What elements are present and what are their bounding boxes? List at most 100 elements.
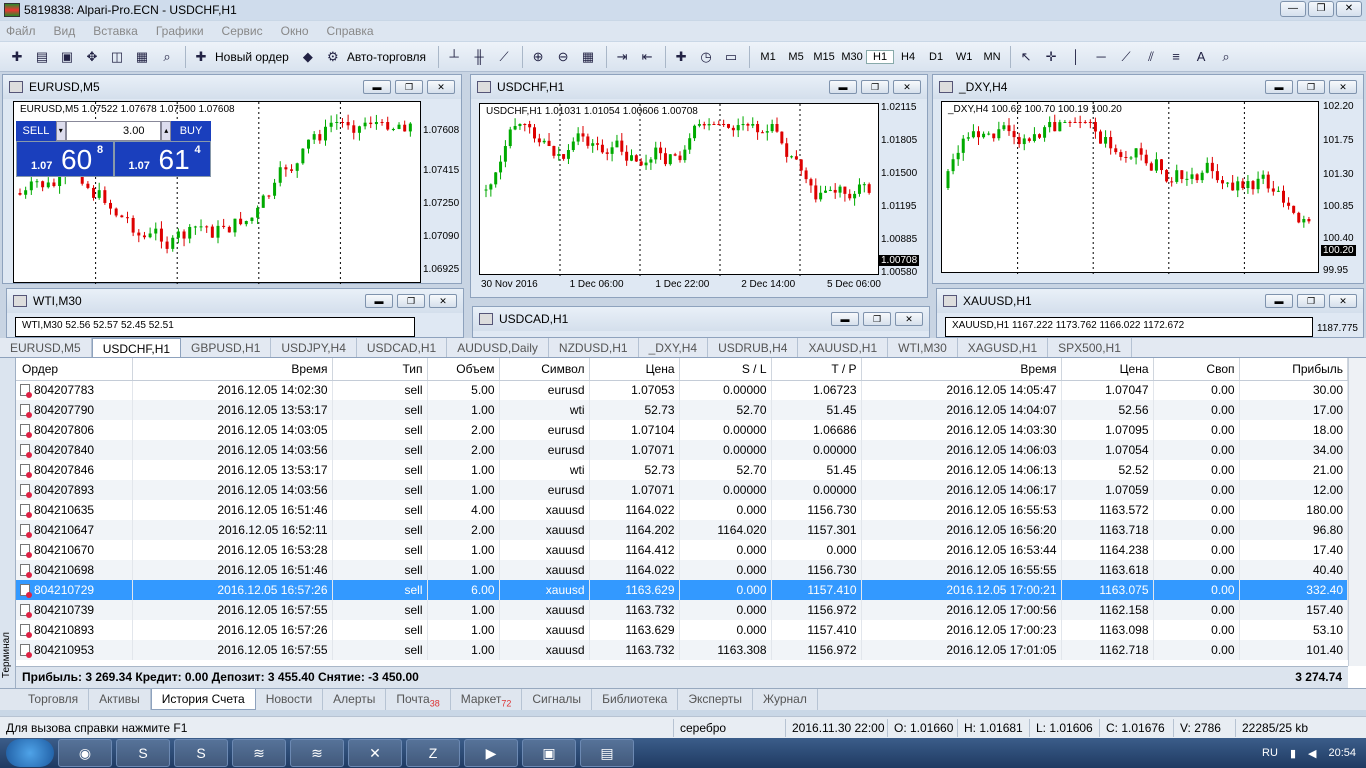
clock[interactable]: 20:54	[1328, 747, 1356, 759]
chart-tab[interactable]: USDJPY,H4	[271, 338, 357, 357]
sell-button[interactable]: SELL	[16, 121, 56, 141]
column-header[interactable]: Время	[861, 358, 1062, 381]
zoom-out-icon[interactable]: ⊖	[552, 46, 574, 68]
close-button[interactable]: ✕	[1336, 1, 1362, 17]
column-header[interactable]: Цена	[1061, 358, 1154, 381]
zoom-in-icon[interactable]: ⊕	[527, 46, 549, 68]
close-icon[interactable]: ✕	[429, 294, 457, 308]
table-row[interactable]: 804207806 2016.12.05 14:03:05 sell 2.00 euru…	[16, 420, 1348, 440]
table-row[interactable]: 804207893 2016.12.05 14:03:56 sell 1.00 euru…	[16, 480, 1348, 500]
tf-m1[interactable]: M1	[754, 51, 782, 63]
restore-icon[interactable]: ❐	[1297, 80, 1325, 94]
chart-window-dxy[interactable]: _DXY,H4 ▬ ❐ ✕ _DXY,H4 100.62 100.70 100.19…	[932, 74, 1364, 284]
terminal-tab[interactable]: Алерты	[323, 689, 387, 710]
window-icon[interactable]: ▣	[522, 739, 576, 767]
chart-window-wti[interactable]: WTI,M30 ▬ ❐ ✕ WTI,M30 52.56 52.57 52.45 52…	[6, 288, 464, 338]
table-row[interactable]: 804210953 2016.12.05 16:57:55 sell 1.00 xauu…	[16, 640, 1348, 660]
candlestick-icon[interactable]: ╫	[468, 46, 490, 68]
chart-plot[interactable]: WTI,M30 52.56 52.57 52.45 52.51	[15, 317, 415, 337]
chart-tab[interactable]: XAUUSD,H1	[798, 338, 889, 357]
pdf-icon[interactable]: ✕	[348, 739, 402, 767]
skype-icon[interactable]: S	[116, 739, 170, 767]
chart-tab[interactable]: GBPUSD,H1	[181, 338, 272, 357]
table-row[interactable]: 804207846 2016.12.05 13:53:17 sell 1.00 wti 5…	[16, 460, 1348, 480]
chart-plot[interactable]: _DXY,H4 100.62 100.70 100.19 100.20	[941, 101, 1319, 274]
app-z-icon[interactable]: Z	[406, 739, 460, 767]
market-watch-icon[interactable]: ▣	[56, 46, 78, 68]
terminal-tab[interactable]: Активы	[89, 689, 151, 710]
chart-tab[interactable]: XAGUSD,H1	[958, 338, 1049, 357]
chart-tab[interactable]: AUDUSD,Daily	[447, 338, 549, 357]
chart-window-usdchf[interactable]: USDCHF,H1 ▬ ❐ ✕ USDCHF,H1 1.01031 1.01054 …	[470, 74, 928, 298]
terminal-icon[interactable]: ▦	[131, 46, 153, 68]
column-header[interactable]: T / P	[771, 358, 862, 381]
column-header[interactable]: Тип	[332, 358, 428, 381]
chart-plot[interactable]: USDCHF,H1 1.01031 1.01054 1.00606 1.0070…	[479, 103, 879, 276]
chart-tab[interactable]: SPX500,H1	[1048, 338, 1132, 357]
volume-up-icon[interactable]: ▴	[161, 121, 172, 141]
tf-m30[interactable]: M30	[838, 51, 866, 63]
metatrader-icon[interactable]: ≋	[290, 739, 344, 767]
column-header[interactable]: Прибыль	[1239, 358, 1348, 381]
presentation-icon[interactable]: ▤	[580, 739, 634, 767]
metaeditor-icon[interactable]: ◆	[297, 46, 319, 68]
menu-insert[interactable]: Вставка	[93, 24, 138, 38]
close-icon[interactable]: ✕	[427, 80, 455, 94]
terminal-tab[interactable]: Маркет72	[451, 689, 523, 710]
buy-price[interactable]: 1.07 61 4	[113, 141, 211, 177]
terminal-tab[interactable]: История Счета	[150, 689, 256, 710]
volume-input[interactable]: 3.00	[65, 121, 162, 141]
autotrading-icon[interactable]: ⚙	[322, 46, 344, 68]
new-order-button[interactable]: Новый ордер	[215, 50, 289, 64]
media-player-icon[interactable]: ▶	[464, 739, 518, 767]
menu-view[interactable]: Вид	[54, 24, 76, 38]
table-row[interactable]: 804210739 2016.12.05 16:57:55 sell 1.00 xauu…	[16, 600, 1348, 620]
minimize-icon[interactable]: ▬	[1265, 80, 1293, 94]
search-icon[interactable]: ⌕	[1215, 46, 1237, 68]
chrome-icon[interactable]: ◉	[58, 739, 112, 767]
minimize-icon[interactable]: ▬	[829, 80, 857, 94]
terminal-tab[interactable]: Журнал	[753, 689, 818, 710]
table-row[interactable]: 804210698 2016.12.05 16:51:46 sell 1.00 xauu…	[16, 560, 1348, 580]
menu-help[interactable]: Справка	[327, 24, 374, 38]
close-icon[interactable]: ✕	[893, 80, 921, 94]
templates-icon[interactable]: ▭	[720, 46, 742, 68]
language-indicator[interactable]: RU	[1262, 747, 1278, 759]
chart-window-usdcad[interactable]: USDCAD,H1 ▬ ❐ ✕	[472, 306, 930, 338]
indicators-icon[interactable]: ✚	[670, 46, 692, 68]
profiles-icon[interactable]: ▤	[31, 46, 53, 68]
text-icon[interactable]: A	[1190, 46, 1212, 68]
column-header[interactable]: Своп	[1153, 358, 1240, 381]
buy-button[interactable]: BUY	[171, 121, 211, 141]
table-row[interactable]: 804210635 2016.12.05 16:51:46 sell 4.00 xauu…	[16, 500, 1348, 520]
minimize-icon[interactable]: ▬	[363, 80, 391, 94]
column-header[interactable]: Ордер	[16, 358, 133, 381]
restore-icon[interactable]: ❐	[1297, 294, 1325, 308]
chart-tab[interactable]: WTI,M30	[888, 338, 958, 357]
chart-tab[interactable]: EURUSD,M5	[0, 338, 92, 357]
tf-d1[interactable]: D1	[922, 51, 950, 63]
network-icon[interactable]: ▮	[1290, 747, 1296, 760]
horizontal-line-icon[interactable]: ─	[1090, 46, 1112, 68]
menu-file[interactable]: Файл	[6, 24, 36, 38]
cursor-icon[interactable]: ↖	[1015, 46, 1037, 68]
crosshair-icon[interactable]: ✛	[1040, 46, 1062, 68]
tile-windows-icon[interactable]: ▦	[577, 46, 599, 68]
table-row[interactable]: 804210729 2016.12.05 16:57:26 sell 6.00 xauu…	[16, 580, 1348, 600]
menu-charts[interactable]: Графики	[156, 24, 204, 38]
new-chart-icon[interactable]: ✚	[6, 46, 28, 68]
autoscroll-icon[interactable]: ⇥	[611, 46, 633, 68]
vertical-scrollbar[interactable]	[1348, 358, 1366, 666]
table-row[interactable]: 804210670 2016.12.05 16:53:28 sell 1.00 xauu…	[16, 540, 1348, 560]
fibo-icon[interactable]: ≡	[1165, 46, 1187, 68]
column-header[interactable]: Цена	[589, 358, 680, 381]
line-chart-icon[interactable]: ⟋	[493, 46, 515, 68]
chart-tab[interactable]: _DXY,H4	[639, 338, 709, 357]
chart-plot[interactable]: XAUUSD,H1 1167.222 1173.762 1166.022 117…	[945, 317, 1313, 337]
tf-m5[interactable]: M5	[782, 51, 810, 63]
restore-icon[interactable]: ❐	[397, 294, 425, 308]
metatrader-icon[interactable]: ≋	[232, 739, 286, 767]
minimize-icon[interactable]: ▬	[365, 294, 393, 308]
skype-icon[interactable]: S	[174, 739, 228, 767]
close-icon[interactable]: ✕	[1329, 294, 1357, 308]
